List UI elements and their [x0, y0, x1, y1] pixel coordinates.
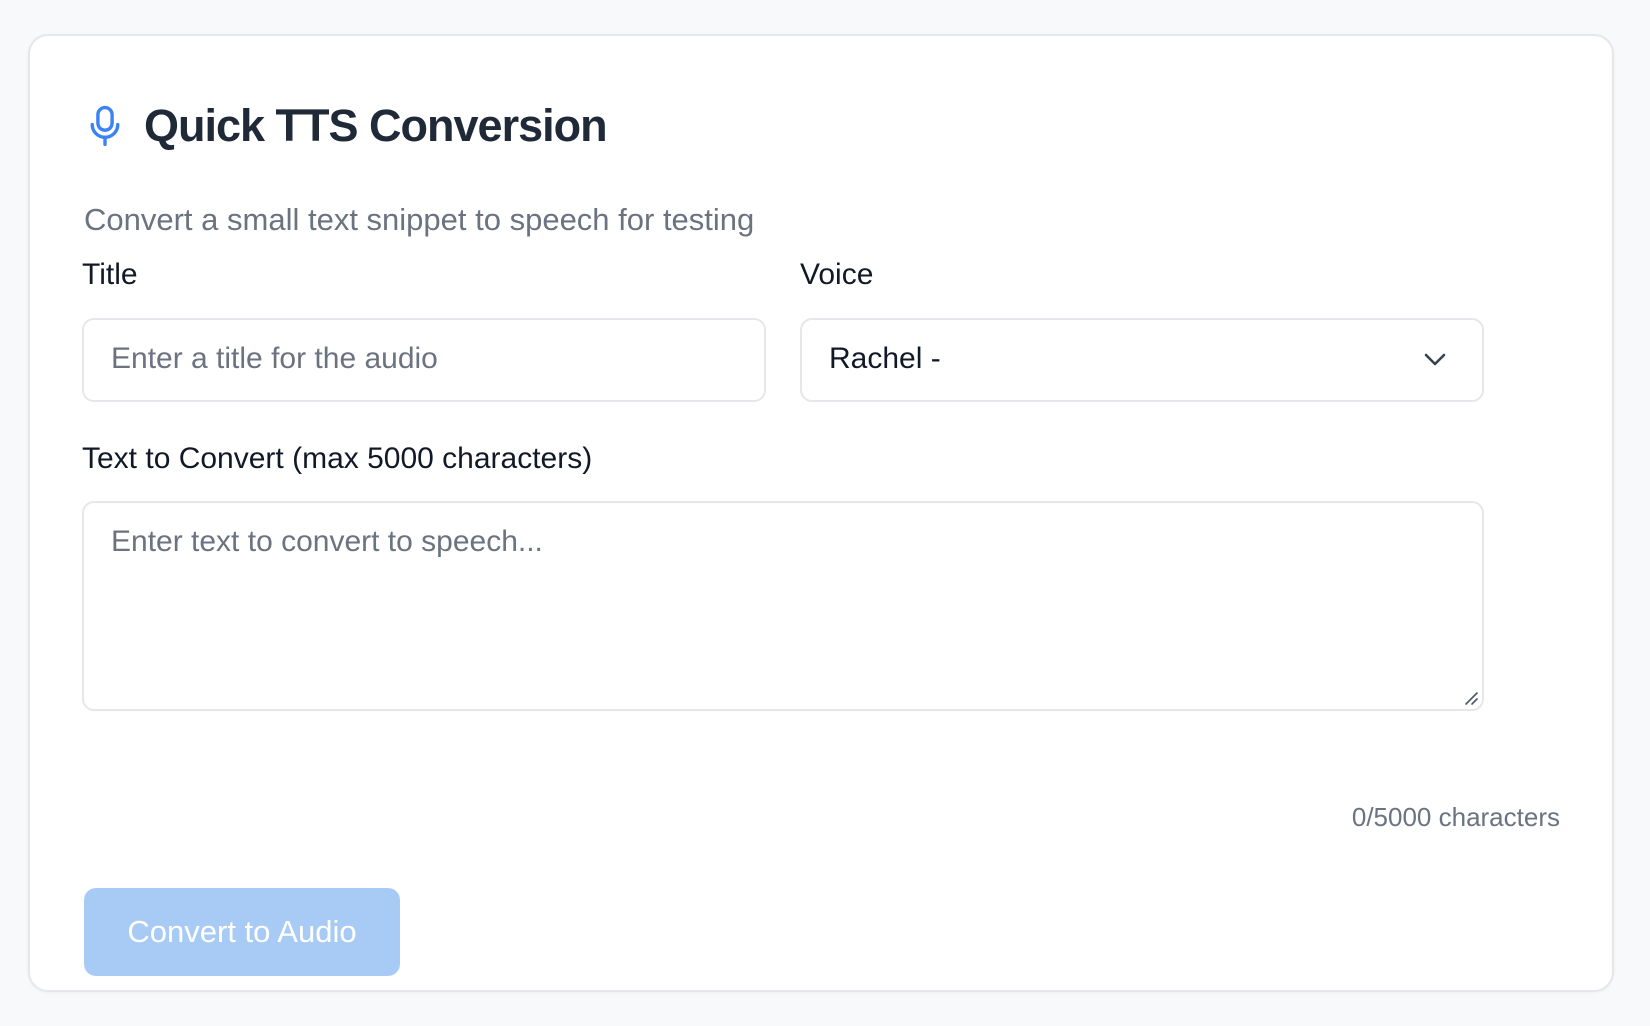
title-input-placeholder: Enter a title for the audio [111, 342, 438, 375]
text-input[interactable]: Enter text to convert to speech... [82, 501, 1484, 711]
page-title: Quick TTS Conversion [144, 100, 608, 151]
page-subtitle: Convert a small text snippet to speech f… [84, 202, 755, 237]
title-label: Title [82, 258, 138, 291]
voice-select-value: Rachel - [829, 342, 941, 375]
voice-label: Voice [800, 258, 874, 291]
text-label: Text to Convert (max 5000 characters) [82, 442, 593, 475]
convert-to-audio-button[interactable]: Convert to Audio [84, 888, 400, 976]
card-header: Quick TTS Conversion [84, 94, 608, 158]
character-counter: 0/5000 characters [1351, 802, 1560, 832]
chevron-down-icon [1422, 350, 1448, 368]
title-input[interactable]: Enter a title for the audio [82, 318, 766, 402]
microphone-icon [84, 102, 126, 150]
text-input-placeholder: Enter text to convert to speech... [111, 525, 543, 558]
tts-card: Quick TTS Conversion Convert a small tex… [28, 34, 1614, 992]
voice-select[interactable]: Rachel - [800, 318, 1484, 402]
resize-handle-icon[interactable] [1463, 690, 1479, 706]
